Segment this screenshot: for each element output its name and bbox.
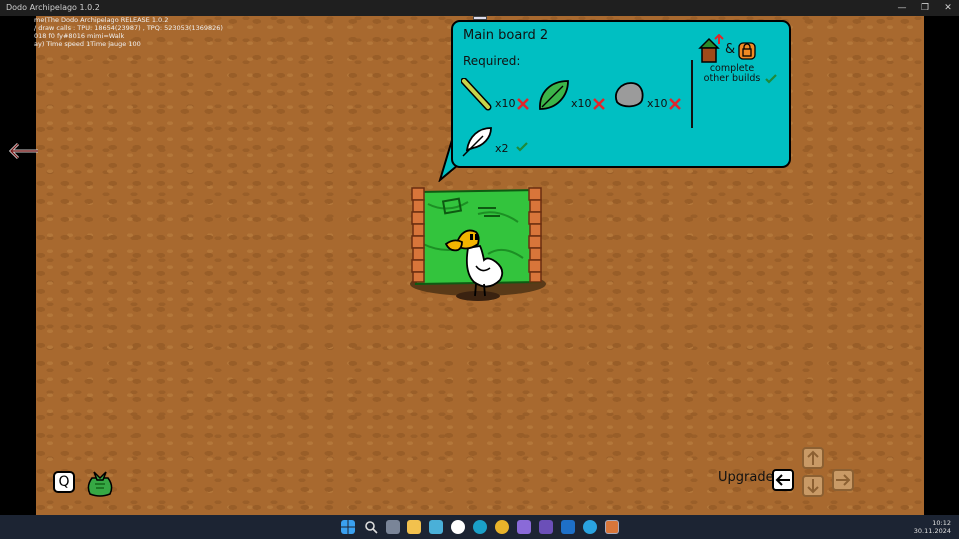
- taskbar: 10:12 30.11.2024: [0, 515, 959, 539]
- telegram-icon[interactable]: [583, 520, 597, 534]
- fence-left: [411, 187, 425, 283]
- search-icon[interactable]: [364, 520, 378, 534]
- leaf-icon: [539, 80, 569, 110]
- stick-qty: x10: [495, 97, 516, 110]
- right-letterbox: [924, 16, 959, 515]
- cross-icon: [669, 98, 681, 110]
- debug-overlay: me(The Dodo Archipelago RELEASE 1.0.2 / …: [34, 16, 223, 48]
- left-letterbox: [0, 16, 36, 515]
- dodo-player: [444, 229, 504, 301]
- build-requirements-bubble: Main board 2 Required: x10 x10 x10 x2 & …: [451, 20, 791, 168]
- house-icon: [698, 34, 724, 63]
- clock-time: 10:12: [932, 519, 951, 527]
- q-key-button[interactable]: Q: [53, 471, 75, 493]
- lock-house-icon: [738, 42, 756, 60]
- edge-icon[interactable]: [473, 520, 487, 534]
- feather-qty: x2: [495, 142, 509, 155]
- upgrade-label: Upgrade: [718, 470, 774, 485]
- minimize-button[interactable]: —: [890, 0, 914, 16]
- cross-icon: [517, 98, 529, 110]
- stone-qty: x10: [647, 97, 668, 110]
- left-key-button[interactable]: [772, 469, 794, 491]
- arrow-right-icon: [836, 474, 851, 486]
- check-icon: [516, 142, 528, 152]
- window-titlebar: Dodo Archipelago 1.0.2 — ❐ ✕: [0, 0, 959, 16]
- seed-bag-icon[interactable]: [86, 466, 114, 498]
- debug-line: ay) Time speed 1Time jauge 100: [34, 40, 141, 48]
- clock-date: 30.11.2024: [913, 527, 951, 535]
- yandex-browser-icon[interactable]: [451, 520, 465, 534]
- leaf-qty: x10: [571, 97, 592, 110]
- required-label: Required:: [463, 54, 521, 68]
- window-title: Dodo Archipelago 1.0.2: [6, 3, 100, 12]
- close-button[interactable]: ✕: [936, 0, 959, 16]
- windows-start-icon[interactable]: [341, 520, 355, 534]
- condition-line-2: other builds: [703, 73, 761, 84]
- fence-right: [528, 187, 542, 283]
- down-key-button[interactable]: [802, 475, 824, 497]
- build-title: Main board 2: [463, 28, 549, 43]
- arrow-left-icon: [775, 474, 790, 486]
- task-view-icon[interactable]: [386, 520, 400, 534]
- stick-icon: [461, 78, 492, 111]
- debug-line: 018 f0 fy#8016 mimi=Walk: [34, 32, 125, 40]
- complete-other-builds-text: complete other builds: [697, 64, 767, 84]
- up-key-button[interactable]: [802, 447, 824, 469]
- outlook-icon[interactable]: [561, 520, 575, 534]
- system-clock[interactable]: 10:12 30.11.2024: [914, 519, 951, 535]
- right-key-button[interactable]: [832, 469, 854, 491]
- app-icon[interactable]: [429, 520, 443, 534]
- cross-icon: [593, 98, 605, 110]
- ampersand: &: [725, 42, 736, 57]
- debug-line: / draw calls : TPU: 18654(23987) , TPQ: …: [34, 24, 223, 32]
- debug-line: me(The Dodo Archipelago RELEASE 1.0.2: [34, 16, 169, 24]
- bubble-divider: [691, 60, 693, 128]
- check-icon: [765, 74, 777, 84]
- stone-icon: [615, 82, 644, 108]
- left-arrow-icon[interactable]: [8, 142, 40, 160]
- restore-button[interactable]: ❐: [913, 0, 937, 16]
- arrow-up-icon: [807, 450, 819, 465]
- dodo-game-taskbar-icon[interactable]: [605, 520, 619, 534]
- feather-icon: [462, 127, 492, 157]
- app-icon[interactable]: [517, 520, 531, 534]
- visual-studio-icon[interactable]: [539, 520, 553, 534]
- arrow-down-icon: [807, 479, 819, 494]
- chrome-icon[interactable]: [495, 520, 509, 534]
- file-explorer-icon[interactable]: [407, 520, 421, 534]
